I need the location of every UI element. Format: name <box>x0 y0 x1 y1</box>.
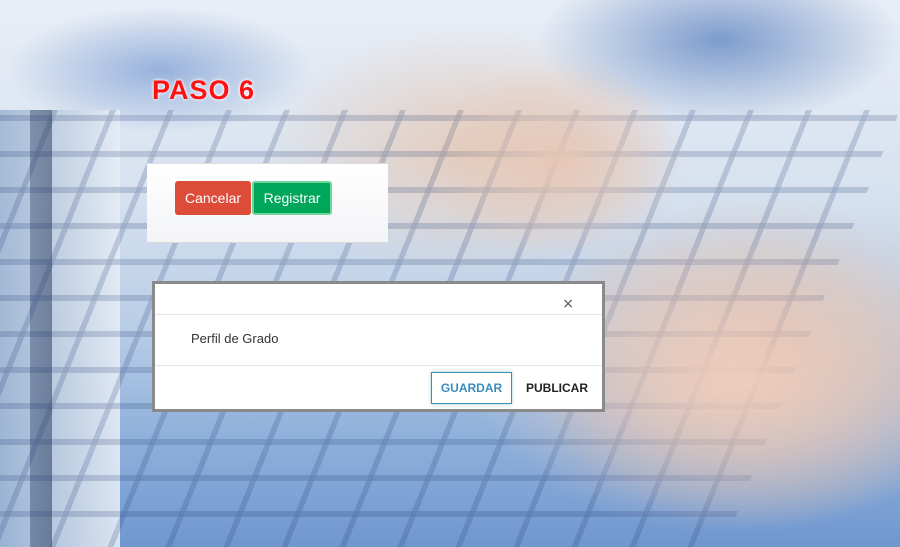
register-button[interactable]: Registrar <box>252 181 332 215</box>
save-button[interactable]: GUARDAR <box>431 372 512 404</box>
action-panel: Cancelar Registrar <box>147 163 388 243</box>
modal-dialog: × Perfil de Grado GUARDAR PUBLICAR <box>152 281 605 412</box>
modal-body-text: Perfil de Grado <box>191 331 279 346</box>
modal-body: Perfil de Grado <box>155 315 602 366</box>
step-title: PASO 6 <box>152 75 256 105</box>
modal-header: × <box>155 284 602 315</box>
publish-button[interactable]: PUBLICAR <box>521 372 593 404</box>
close-icon[interactable]: × <box>562 297 574 311</box>
background-photo <box>0 0 900 547</box>
cancel-button[interactable]: Cancelar <box>175 181 251 215</box>
modal-footer: GUARDAR PUBLICAR <box>155 366 602 409</box>
